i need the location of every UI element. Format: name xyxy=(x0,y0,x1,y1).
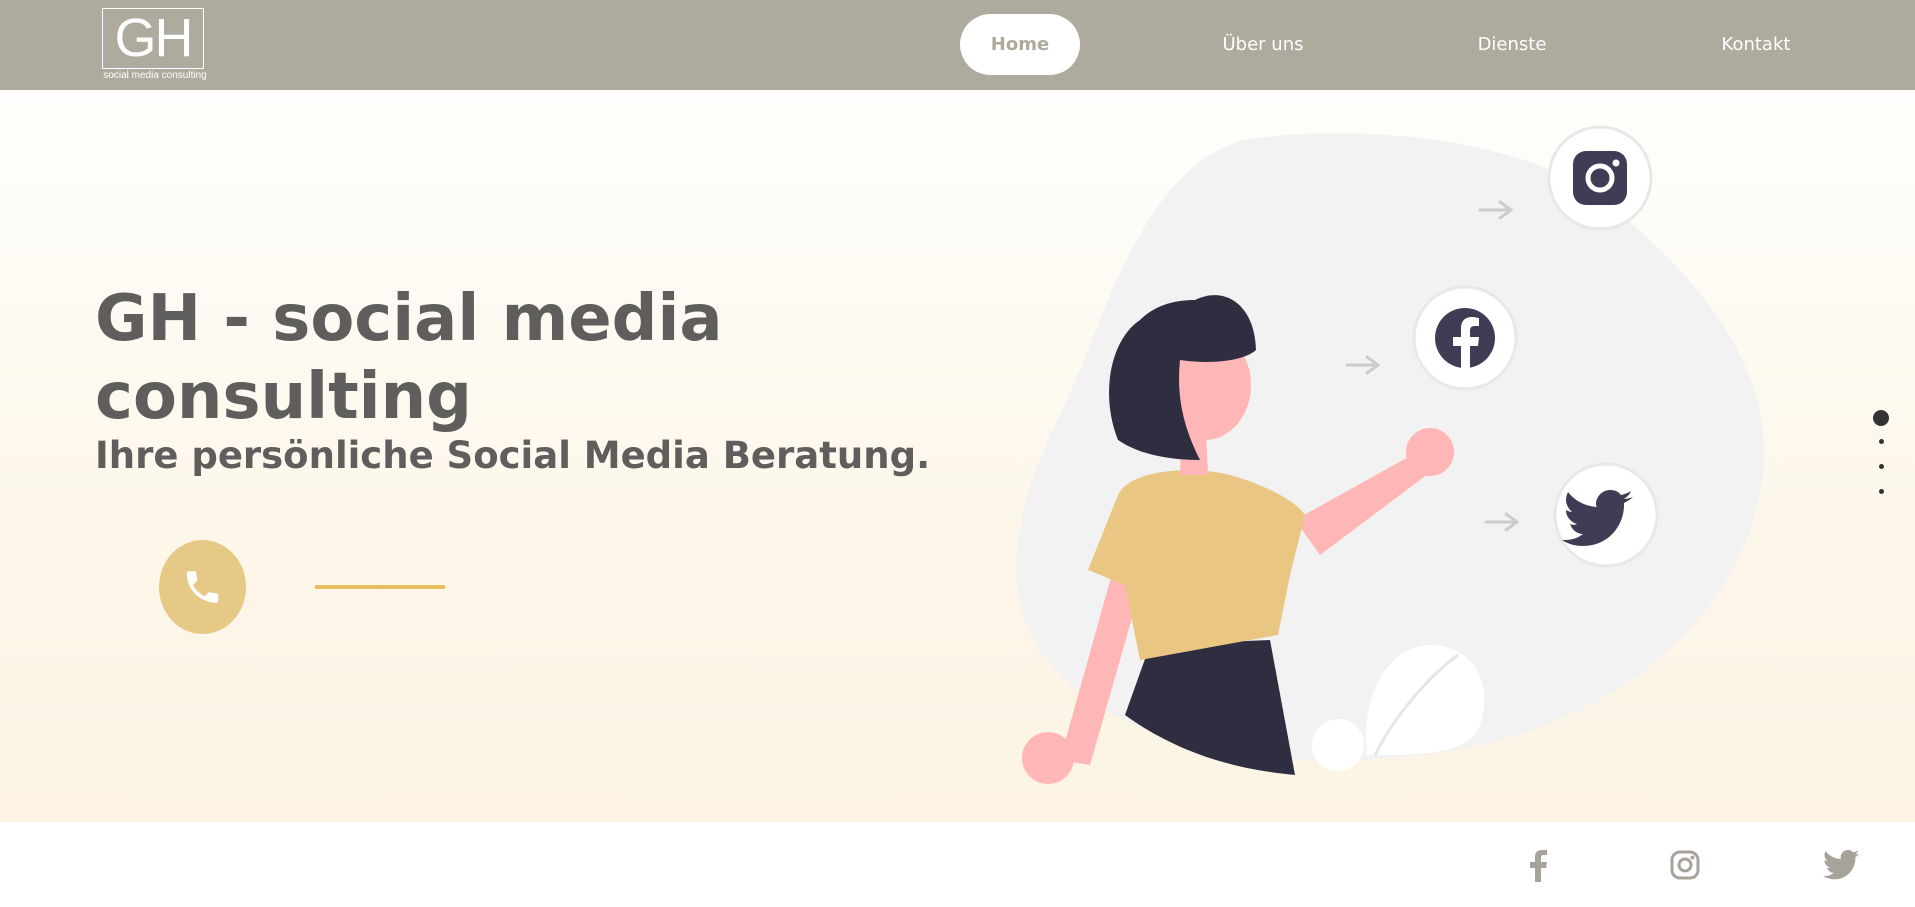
hero-section: GH - social media consulting Ihre persön… xyxy=(0,90,1915,822)
nav-home[interactable]: Home xyxy=(960,14,1080,75)
site-footer xyxy=(0,822,1915,907)
site-header: GH social media consulting Home Über uns… xyxy=(0,0,1915,90)
page: GH social media consulting Home Über uns… xyxy=(0,0,1915,907)
pagination-dot-1[interactable] xyxy=(1873,410,1889,426)
twitter-icon[interactable] xyxy=(1823,850,1859,880)
phone-icon xyxy=(186,571,219,603)
hero-subtitle: Ihre persönliche Social Media Beratung. xyxy=(95,434,931,477)
hero-title: GH - social media consulting xyxy=(95,282,723,434)
logo-mark: GH xyxy=(114,8,194,68)
pagination-dot-3[interactable] xyxy=(1879,464,1884,469)
facebook-icon xyxy=(1412,285,1518,391)
hero-illustration xyxy=(1016,125,1765,784)
instagram-icon xyxy=(1547,125,1653,231)
nav-kontakt[interactable]: Kontakt xyxy=(1696,14,1816,75)
pagination-dot-4[interactable] xyxy=(1879,489,1884,494)
facebook-icon[interactable] xyxy=(1528,850,1548,882)
twitter-icon xyxy=(1553,462,1659,568)
logo-subtitle: social media consulting xyxy=(103,70,207,81)
accent-line xyxy=(315,585,445,589)
call-button[interactable] xyxy=(159,540,246,634)
logo[interactable]: GH social media consulting xyxy=(95,8,215,83)
instagram-icon[interactable] xyxy=(1670,850,1700,880)
nav-ueber-uns[interactable]: Über uns xyxy=(1203,14,1323,75)
nav-dienste[interactable]: Dienste xyxy=(1452,14,1572,75)
pagination-dot-2[interactable] xyxy=(1879,439,1884,444)
